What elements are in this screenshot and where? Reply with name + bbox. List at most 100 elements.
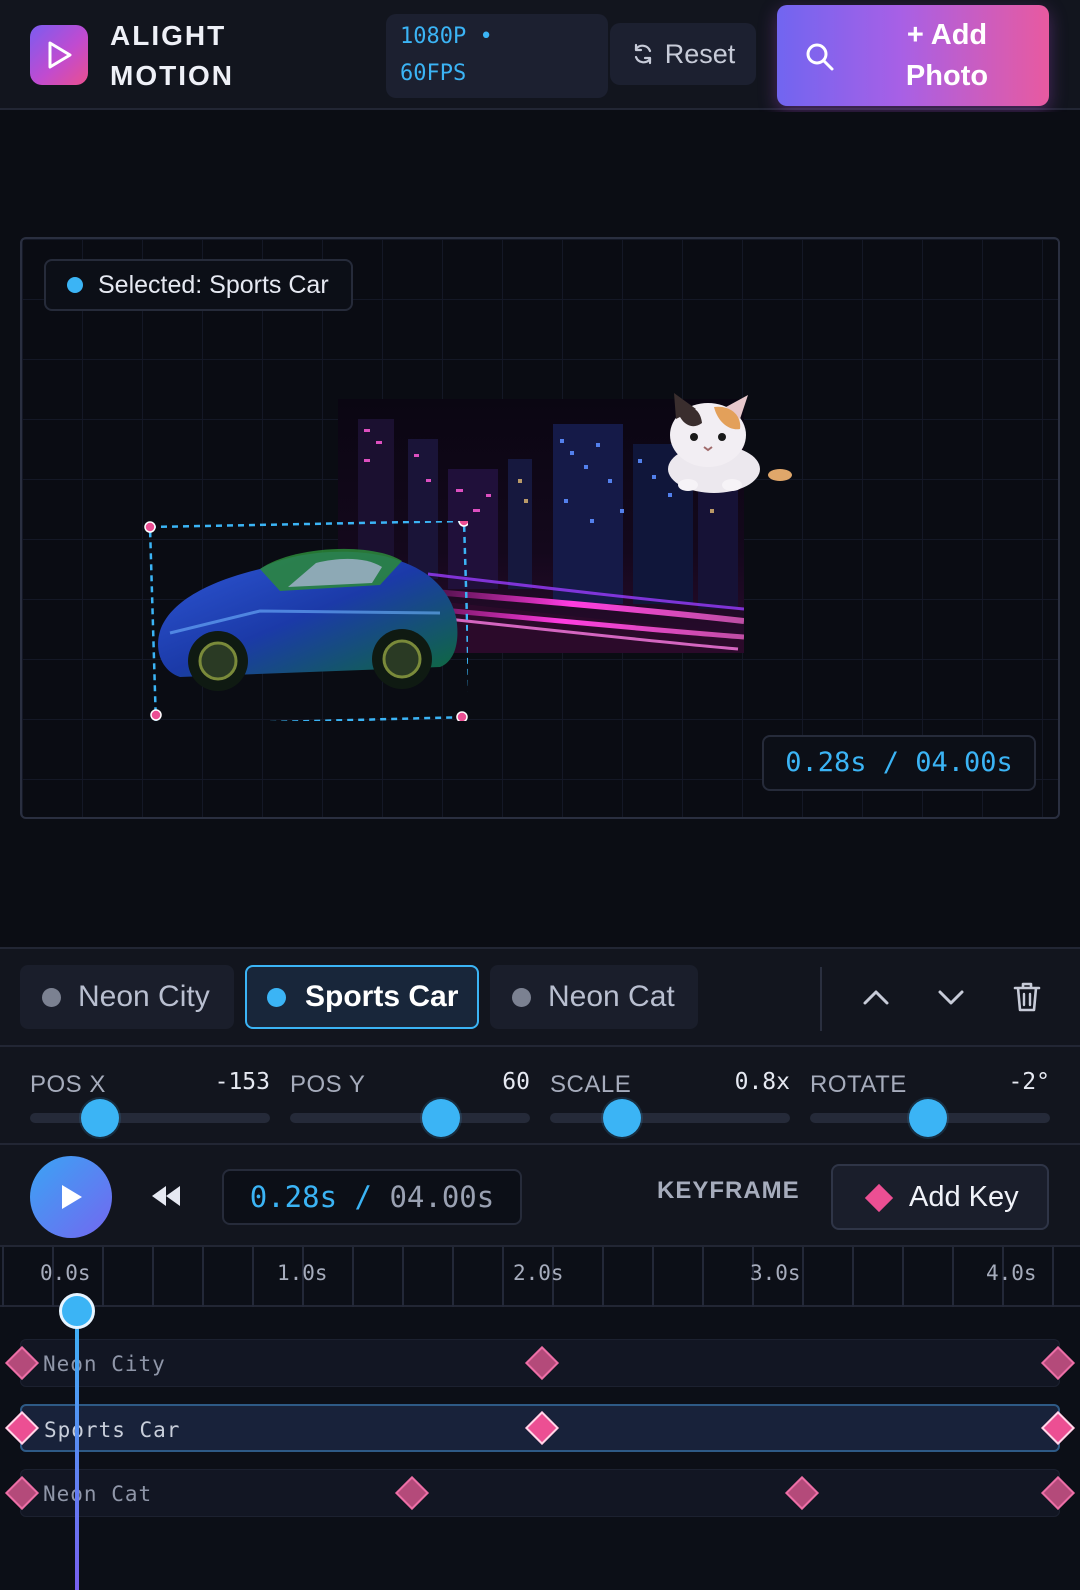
timeline[interactable]: 0.0s 1.0s 2.0s 3.0s 4.0s Neon City Sport… <box>0 1247 1080 1590</box>
move-layer-up-button[interactable] <box>856 977 896 1017</box>
selected-dot <box>67 277 83 293</box>
canvas-time-readout: 0.28s / 04.00s <box>762 735 1036 791</box>
track-name: Sports Car <box>44 1418 181 1442</box>
slider-label: POS X <box>30 1071 106 1098</box>
add-photo-button[interactable]: + Add Photo <box>777 5 1049 106</box>
resolution-badge: 1080P • 60FPS <box>386 14 608 98</box>
selection-handle-top-right[interactable] <box>458 521 468 527</box>
ruler-tick <box>152 1247 154 1307</box>
add-key-button[interactable]: Add Key <box>831 1164 1049 1230</box>
ruler-tick <box>1052 1247 1054 1307</box>
ruler-tick <box>2 1247 4 1307</box>
slider-pos-x[interactable]: POS X -153 <box>30 1069 270 1137</box>
layer-tab-label: Neon City <box>78 980 210 1013</box>
search-icon <box>806 43 834 71</box>
reset-label: Reset <box>664 38 736 69</box>
slider-track[interactable] <box>30 1113 270 1123</box>
add-photo-line2: Photo <box>905 60 989 92</box>
layer-tabs-bar: Neon City Sports Car Neon Cat <box>0 947 1080 1047</box>
slider-track[interactable] <box>290 1113 530 1123</box>
play-icon <box>62 1185 82 1209</box>
chevron-up-icon <box>863 990 889 1005</box>
slider-knob[interactable] <box>908 1099 947 1137</box>
play-button[interactable] <box>30 1156 112 1238</box>
slider-pos-y[interactable]: POS Y 60 <box>290 1069 530 1137</box>
refresh-icon <box>634 43 651 65</box>
current-time: 0.28s <box>249 1180 338 1214</box>
ruler-label: 3.0s <box>750 1261 801 1285</box>
slider-knob[interactable] <box>80 1099 119 1137</box>
layer-neon-cat-image[interactable] <box>644 393 792 495</box>
ruler-tick <box>252 1247 254 1307</box>
playhead-line <box>75 1309 79 1590</box>
selection-handle-bottom-right[interactable] <box>456 711 468 721</box>
selection-handle-top-left[interactable] <box>144 521 156 533</box>
reset-button[interactable]: Reset <box>610 23 756 85</box>
resolution-line1: 1080P • <box>400 24 493 49</box>
add-photo-line1: + Add <box>906 19 988 51</box>
slider-label: ROTATE <box>810 1071 907 1098</box>
layer-sports-car-image[interactable] <box>140 521 468 721</box>
slider-value: -153 <box>214 1069 270 1095</box>
property-sliders: POS X -153 POS Y 60 SCALE 0.8x ROTATE -2… <box>0 1047 1080 1145</box>
chevron-down-icon <box>938 990 964 1005</box>
ruler-tick <box>352 1247 354 1307</box>
app-title-line1: ALIGHT <box>110 20 227 51</box>
ruler-tick <box>602 1247 604 1307</box>
slider-value: -2° <box>1008 1069 1050 1095</box>
slider-knob[interactable] <box>603 1099 641 1137</box>
add-photo-label: + Add Photo <box>877 15 1017 97</box>
layer-dot <box>42 988 61 1007</box>
ruler-tick <box>402 1247 404 1307</box>
ruler-tick <box>502 1247 504 1307</box>
ruler-label: 4.0s <box>986 1261 1037 1285</box>
ruler-tick <box>702 1247 704 1307</box>
play-triangle-icon <box>48 41 72 69</box>
move-layer-down-button[interactable] <box>931 977 971 1017</box>
layer-tab-sports-car[interactable]: Sports Car <box>245 965 479 1029</box>
layer-tab-neon-cat[interactable]: Neon Cat <box>490 965 698 1029</box>
selected-layer-label: Selected: Sports Car <box>98 271 329 299</box>
keyframe-diamond-icon <box>864 1183 894 1213</box>
layer-dot <box>512 988 531 1007</box>
track-name: Neon Cat <box>43 1482 153 1506</box>
slider-rotate[interactable]: ROTATE -2° <box>810 1069 1050 1137</box>
total-time: 04.00s <box>389 1180 495 1214</box>
rewind-icon <box>152 1186 180 1206</box>
ruler-label: 0.0s <box>40 1261 91 1285</box>
slider-value: 60 <box>502 1069 530 1095</box>
resolution-line2: 60FPS <box>400 61 467 86</box>
slider-track[interactable] <box>550 1113 790 1123</box>
time-separator: / <box>337 1180 390 1214</box>
ruler-label: 1.0s <box>277 1261 328 1285</box>
ruler-label: 2.0s <box>513 1261 564 1285</box>
track-row-neon-cat[interactable]: Neon Cat <box>20 1469 1060 1517</box>
app-logo <box>30 25 88 85</box>
layer-tab-neon-city[interactable]: Neon City <box>20 965 234 1029</box>
trash-icon <box>1013 982 1041 1012</box>
layer-tab-label: Sports Car <box>305 980 459 1013</box>
tabs-divider <box>820 967 822 1031</box>
ruler-tick <box>902 1247 904 1307</box>
timeline-ruler[interactable]: 0.0s 1.0s 2.0s 3.0s 4.0s <box>0 1247 1080 1307</box>
slider-label: SCALE <box>550 1071 632 1098</box>
preview-canvas[interactable]: Selected: Sports Car 0.28s / 04.00s <box>20 237 1060 819</box>
rewind-button[interactable] <box>146 1181 186 1211</box>
delete-layer-button[interactable] <box>1007 977 1047 1017</box>
ruler-tick <box>802 1247 804 1307</box>
app-header: ALIGHT MOTION 1080P • 60FPS Reset + Add … <box>0 0 1080 110</box>
layer-tab-label: Neon Cat <box>548 980 675 1013</box>
ruler-tick <box>102 1247 104 1307</box>
transport-time-display: 0.28s / 04.00s <box>222 1169 522 1225</box>
slider-scale[interactable]: SCALE 0.8x <box>550 1069 790 1137</box>
slider-value: 0.8x <box>734 1069 790 1095</box>
ruler-tick <box>852 1247 854 1307</box>
track-name: Neon City <box>43 1352 166 1376</box>
slider-knob[interactable] <box>422 1099 461 1137</box>
playhead-handle[interactable] <box>59 1293 95 1329</box>
selection-handle-bottom-left[interactable] <box>150 709 162 721</box>
ruler-tick <box>452 1247 454 1307</box>
app-title: ALIGHT MOTION <box>110 16 310 96</box>
preview-stage: Selected: Sports Car 0.28s / 04.00s <box>0 112 1080 947</box>
app-title-line2: MOTION <box>110 60 234 91</box>
